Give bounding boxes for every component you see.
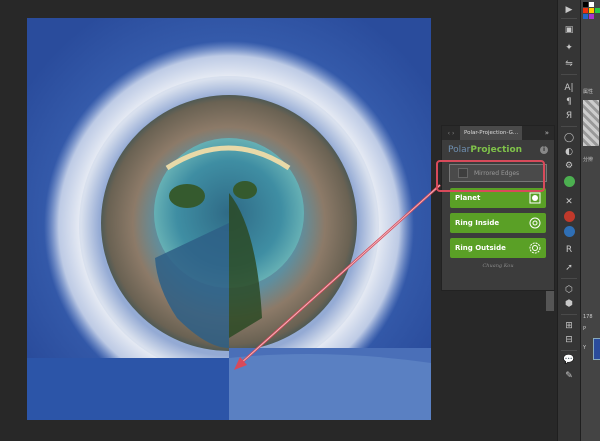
layer-thumbnail[interactable]: [593, 338, 600, 360]
paragraph-icon[interactable]: ¶: [562, 96, 576, 108]
document-canvas[interactable]: [27, 18, 431, 420]
circle-icon[interactable]: ◯: [562, 132, 576, 144]
swatch-black[interactable]: [583, 2, 588, 7]
ring-outside-button-label: Ring Outside: [455, 244, 506, 252]
play-icon[interactable]: ▶: [562, 4, 576, 16]
type-icon[interactable]: A|: [562, 82, 576, 94]
panel-tab-bar: ‹ › Polar-Projection-G... »: [442, 126, 554, 140]
cube-icon[interactable]: ⬡: [562, 284, 576, 296]
props-label-4: P: [583, 326, 587, 332]
props-label-2: 分辨: [583, 157, 594, 163]
dark-cube-icon[interactable]: ⬢: [562, 298, 576, 310]
tools-icon[interactable]: ✕: [562, 196, 576, 208]
info-icon[interactable]: i: [540, 146, 548, 154]
tab-nav-arrows[interactable]: ‹ ›: [442, 130, 460, 137]
swatch-purple[interactable]: [589, 14, 594, 19]
swatch-red[interactable]: [583, 8, 588, 13]
ring-inside-button[interactable]: Ring Inside: [450, 213, 546, 233]
ring-outside-icon: [529, 242, 541, 254]
panel-header: Polar Projection i: [442, 140, 554, 160]
planet-icon: [529, 192, 541, 204]
polar-projection-panel: ‹ › Polar-Projection-G... » Polar Project…: [441, 125, 555, 291]
props-label-1: 属性: [583, 89, 594, 95]
ring-outside-button[interactable]: Ring Outside: [450, 238, 546, 258]
arrow-icon[interactable]: ➚: [562, 262, 576, 274]
panel-title-projection: Projection: [470, 145, 523, 155]
adjust-icon[interactable]: ◐: [562, 146, 576, 158]
right-properties-panel: 属性 分辨 178 P Y: [580, 0, 600, 441]
layers-icon[interactable]: ✦: [562, 42, 576, 54]
r-icon[interactable]: R: [562, 244, 576, 256]
ra-blue-icon[interactable]: [562, 225, 576, 237]
grid-icon[interactable]: ⊞: [562, 320, 576, 332]
panel-title-polar: Polar: [448, 145, 471, 155]
panel-scrollbar[interactable]: [546, 291, 554, 311]
glyph-icon[interactable]: Я: [562, 110, 576, 122]
right-toolbar: ▶ ▣ ✦ ⇋ A| ¶ Я ◯ ◐ ⚙ ✕ R ➚ ⬡ ⬢ ⊞ ⊟ 💬 ✎: [557, 0, 580, 441]
green-badge-icon[interactable]: [562, 175, 576, 187]
color-swatch-icon[interactable]: ▣: [562, 24, 576, 36]
swatch-yellow[interactable]: [589, 8, 594, 13]
texture-preview: [583, 100, 599, 146]
gear-icon[interactable]: ⚙: [562, 160, 576, 172]
developer-logo: Chuang Kou: [482, 263, 514, 269]
ring-inside-button-label: Ring Inside: [455, 219, 500, 227]
props-label-3: 178: [583, 314, 593, 320]
ring-inside-icon: [529, 217, 541, 229]
planet-button-label: Planet: [455, 194, 481, 202]
mirrored-edges-highlight: [436, 160, 545, 192]
tiny-planet-image: [27, 18, 431, 420]
panel-menu-button[interactable]: »: [545, 129, 554, 137]
tab-polar-projection[interactable]: Polar-Projection-G...: [460, 126, 523, 140]
swatch-white[interactable]: [589, 2, 594, 7]
swatch-green[interactable]: [595, 8, 600, 13]
swatch-blue[interactable]: [583, 14, 588, 19]
grid2-icon[interactable]: ⊟: [562, 334, 576, 346]
pen-icon[interactable]: ✎: [562, 370, 576, 382]
props-label-5: Y: [583, 345, 587, 351]
brush-icon[interactable]: ⇋: [562, 58, 576, 70]
comment-icon[interactable]: 💬: [562, 354, 576, 366]
ra-red-icon[interactable]: [562, 210, 576, 222]
